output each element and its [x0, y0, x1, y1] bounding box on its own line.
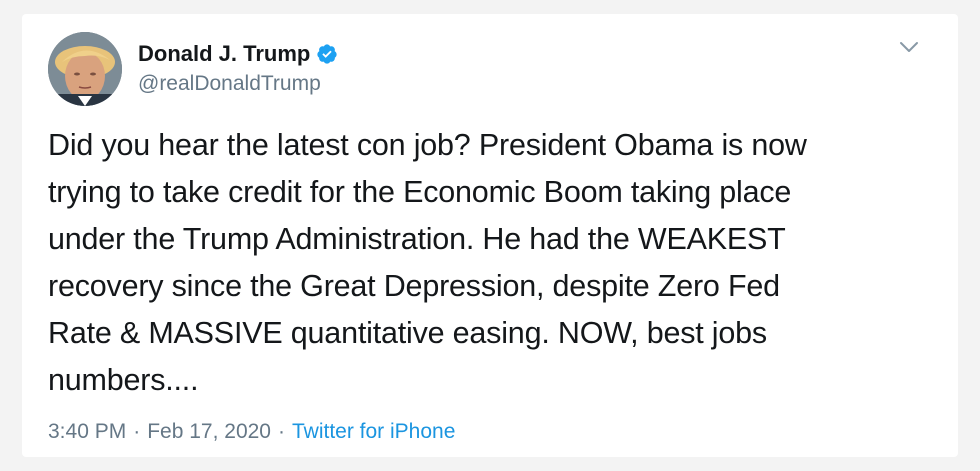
avatar[interactable]: [48, 32, 122, 106]
tweet-header: Donald J. Trump @realDonaldTrump: [48, 26, 338, 112]
meta-separator: ·: [277, 420, 285, 443]
display-name-row: Donald J. Trump: [138, 40, 338, 68]
avatar-image: [48, 32, 122, 106]
author-names: Donald J. Trump @realDonaldTrump: [138, 40, 338, 98]
user-handle[interactable]: @realDonaldTrump: [138, 70, 338, 98]
verified-badge-icon: [316, 43, 338, 65]
chevron-down-icon[interactable]: [898, 40, 920, 54]
display-name[interactable]: Donald J. Trump: [138, 40, 310, 68]
tweet-meta: 3:40 PM · Feb 17, 2020 · Twitter for iPh…: [48, 418, 455, 446]
tweet-text: Did you hear the latest con job? Preside…: [48, 128, 807, 397]
tweet-card: Donald J. Trump @realDonaldTrump Did you…: [22, 14, 958, 457]
meta-separator: ·: [133, 420, 141, 443]
tweet-date[interactable]: Feb 17, 2020: [147, 418, 271, 446]
tweet-time[interactable]: 3:40 PM: [48, 418, 126, 446]
source-link[interactable]: Twitter for iPhone: [292, 418, 455, 446]
